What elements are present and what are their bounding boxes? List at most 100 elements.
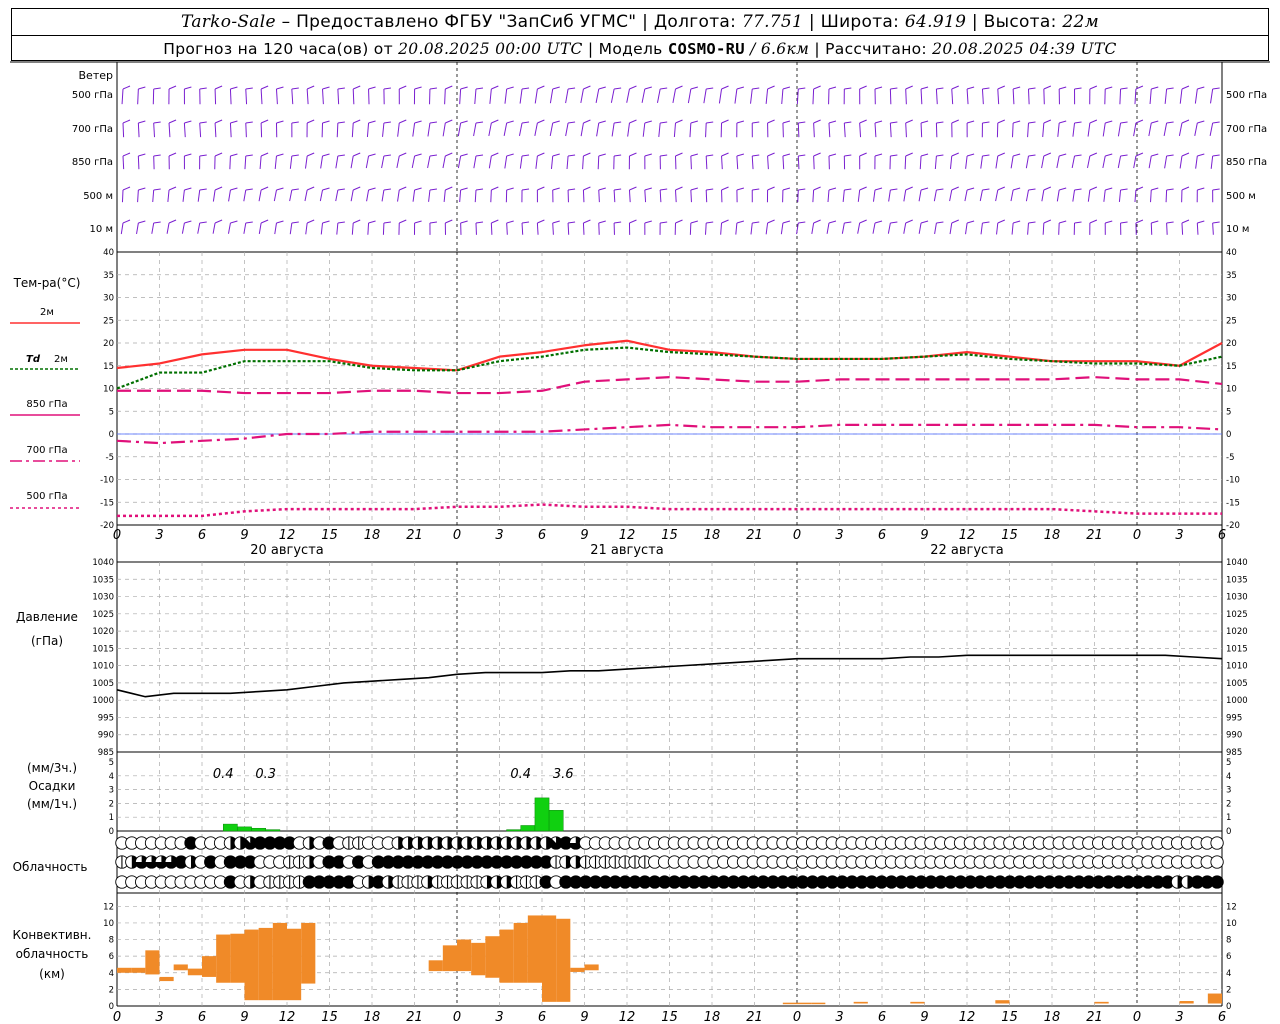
y-tick-label-left: 5 [109,407,114,417]
wind-barb [995,186,1005,202]
wind-barb-staff [628,189,631,203]
wind-barb-flag [414,220,422,224]
y-tick-label-left: 1000 [92,696,114,706]
y-tick-label-right: 1000 [1226,696,1248,706]
wind-barb-flag [353,119,361,124]
wind-barb-staff [813,122,815,138]
wind-barb-flag [1181,119,1190,124]
y-tick-label-right: 2 [1226,985,1231,995]
wind-barb-flag [429,121,438,124]
y-tick-label-right: 12 [1226,902,1237,912]
wind-barb-flag [260,219,269,224]
wind-barb [428,188,438,202]
wind-barb-staff [826,222,830,234]
y-tick-label-left: 1015 [92,644,114,654]
wind-barb [1087,152,1098,169]
convective-bar [1179,1001,1194,1004]
wind-barb-flag [1089,219,1098,224]
wind-barb [519,154,530,169]
wind-barb-flag [276,220,284,224]
wind-barb-flag [1181,152,1190,157]
wind-barb-flag [721,219,729,224]
wind-barb [841,221,852,234]
wind-barb-staff [580,88,584,104]
time-tick-label: 15 [1001,528,1018,543]
wind-barb-flag [475,87,484,90]
y-tick-label-left: 40 [103,248,114,258]
wind-barb [613,188,622,203]
wind-barb-flag [1120,121,1128,124]
wind-barb [751,154,760,170]
convective-bar [230,933,245,983]
wind-barb-flag [1059,153,1067,157]
wind-barb-staff [352,88,355,105]
wind-barb-flag [874,120,883,124]
wind-barb [1181,219,1190,235]
wind-barb [735,220,745,235]
precip-total-label: 0.4 [510,767,531,782]
wind-barb-flag [429,87,438,90]
wind-barb-flag [429,221,438,224]
wind-barb-staff [1057,122,1060,137]
wind-barb-staff [995,189,999,202]
wind-barb-staff [1150,189,1152,203]
wind-barb [626,85,637,103]
wind-barb-flag [567,221,576,224]
wind-barb-flag [138,153,146,157]
wind-barb [168,152,177,170]
wind-barb-flag [291,154,299,157]
wind-barb-flag [675,186,683,191]
time-tick-label-bottom: 0 [453,1010,461,1024]
wind-barb [659,221,668,235]
wind-barb-flag [828,153,837,157]
wind-barb [258,186,269,202]
y-tick-label-left: 3 [109,786,114,796]
wind-barb-flag [322,220,330,224]
wind-barb-staff [595,88,600,103]
wind-barb-flag [429,154,438,157]
wind-barb [827,187,837,203]
wind-barb-flag [982,221,990,224]
wind-barb [411,153,422,169]
wind-barb-staff [183,122,186,138]
wind-barb-staff [457,122,462,137]
convective-bar [131,967,146,973]
wind-barb-flag [1059,187,1067,191]
y-tick-label-left: 0 [109,827,114,837]
wind-barb [442,152,453,169]
wind-barb-staff [1010,155,1014,169]
wind-barb-staff [1087,189,1091,202]
wind-barb [1179,85,1190,104]
wind-barb-staff [319,189,324,202]
wind-barb [518,121,530,136]
wind-barb [1041,152,1052,169]
wind-barb-flag [660,121,668,124]
convective-bar [570,967,585,972]
wind-barb-flag [828,220,837,224]
wind-barb-staff [887,222,891,234]
time-tick-label: 12 [619,528,636,543]
y-tick-label-right: 5 [1226,407,1231,417]
wind-barb [321,120,330,138]
wind-barb [336,121,345,138]
wind-barb [1117,121,1128,137]
y-tick-label-right: 1005 [1226,679,1248,689]
wind-barb [826,220,837,234]
wind-barb-staff [397,189,400,202]
wind-barb-staff [151,222,155,234]
wind-barb-flag [184,120,192,124]
wind-barb-staff [367,222,370,235]
wind-barb [1148,153,1159,169]
wind-barb [121,186,131,203]
wind-barb [136,220,146,235]
wind-barb [335,154,345,169]
y-tick-label-left: -15 [100,498,114,508]
wind-barb-staff [812,189,815,203]
wind-barb-staff [304,189,308,202]
wind-barb-flag [675,85,683,90]
wind-barb [828,86,837,105]
wind-barb-staff [443,189,446,202]
wind-barb-flag [675,152,683,157]
wind-barb-flag [951,85,959,90]
wind-barb-flag [521,87,530,90]
